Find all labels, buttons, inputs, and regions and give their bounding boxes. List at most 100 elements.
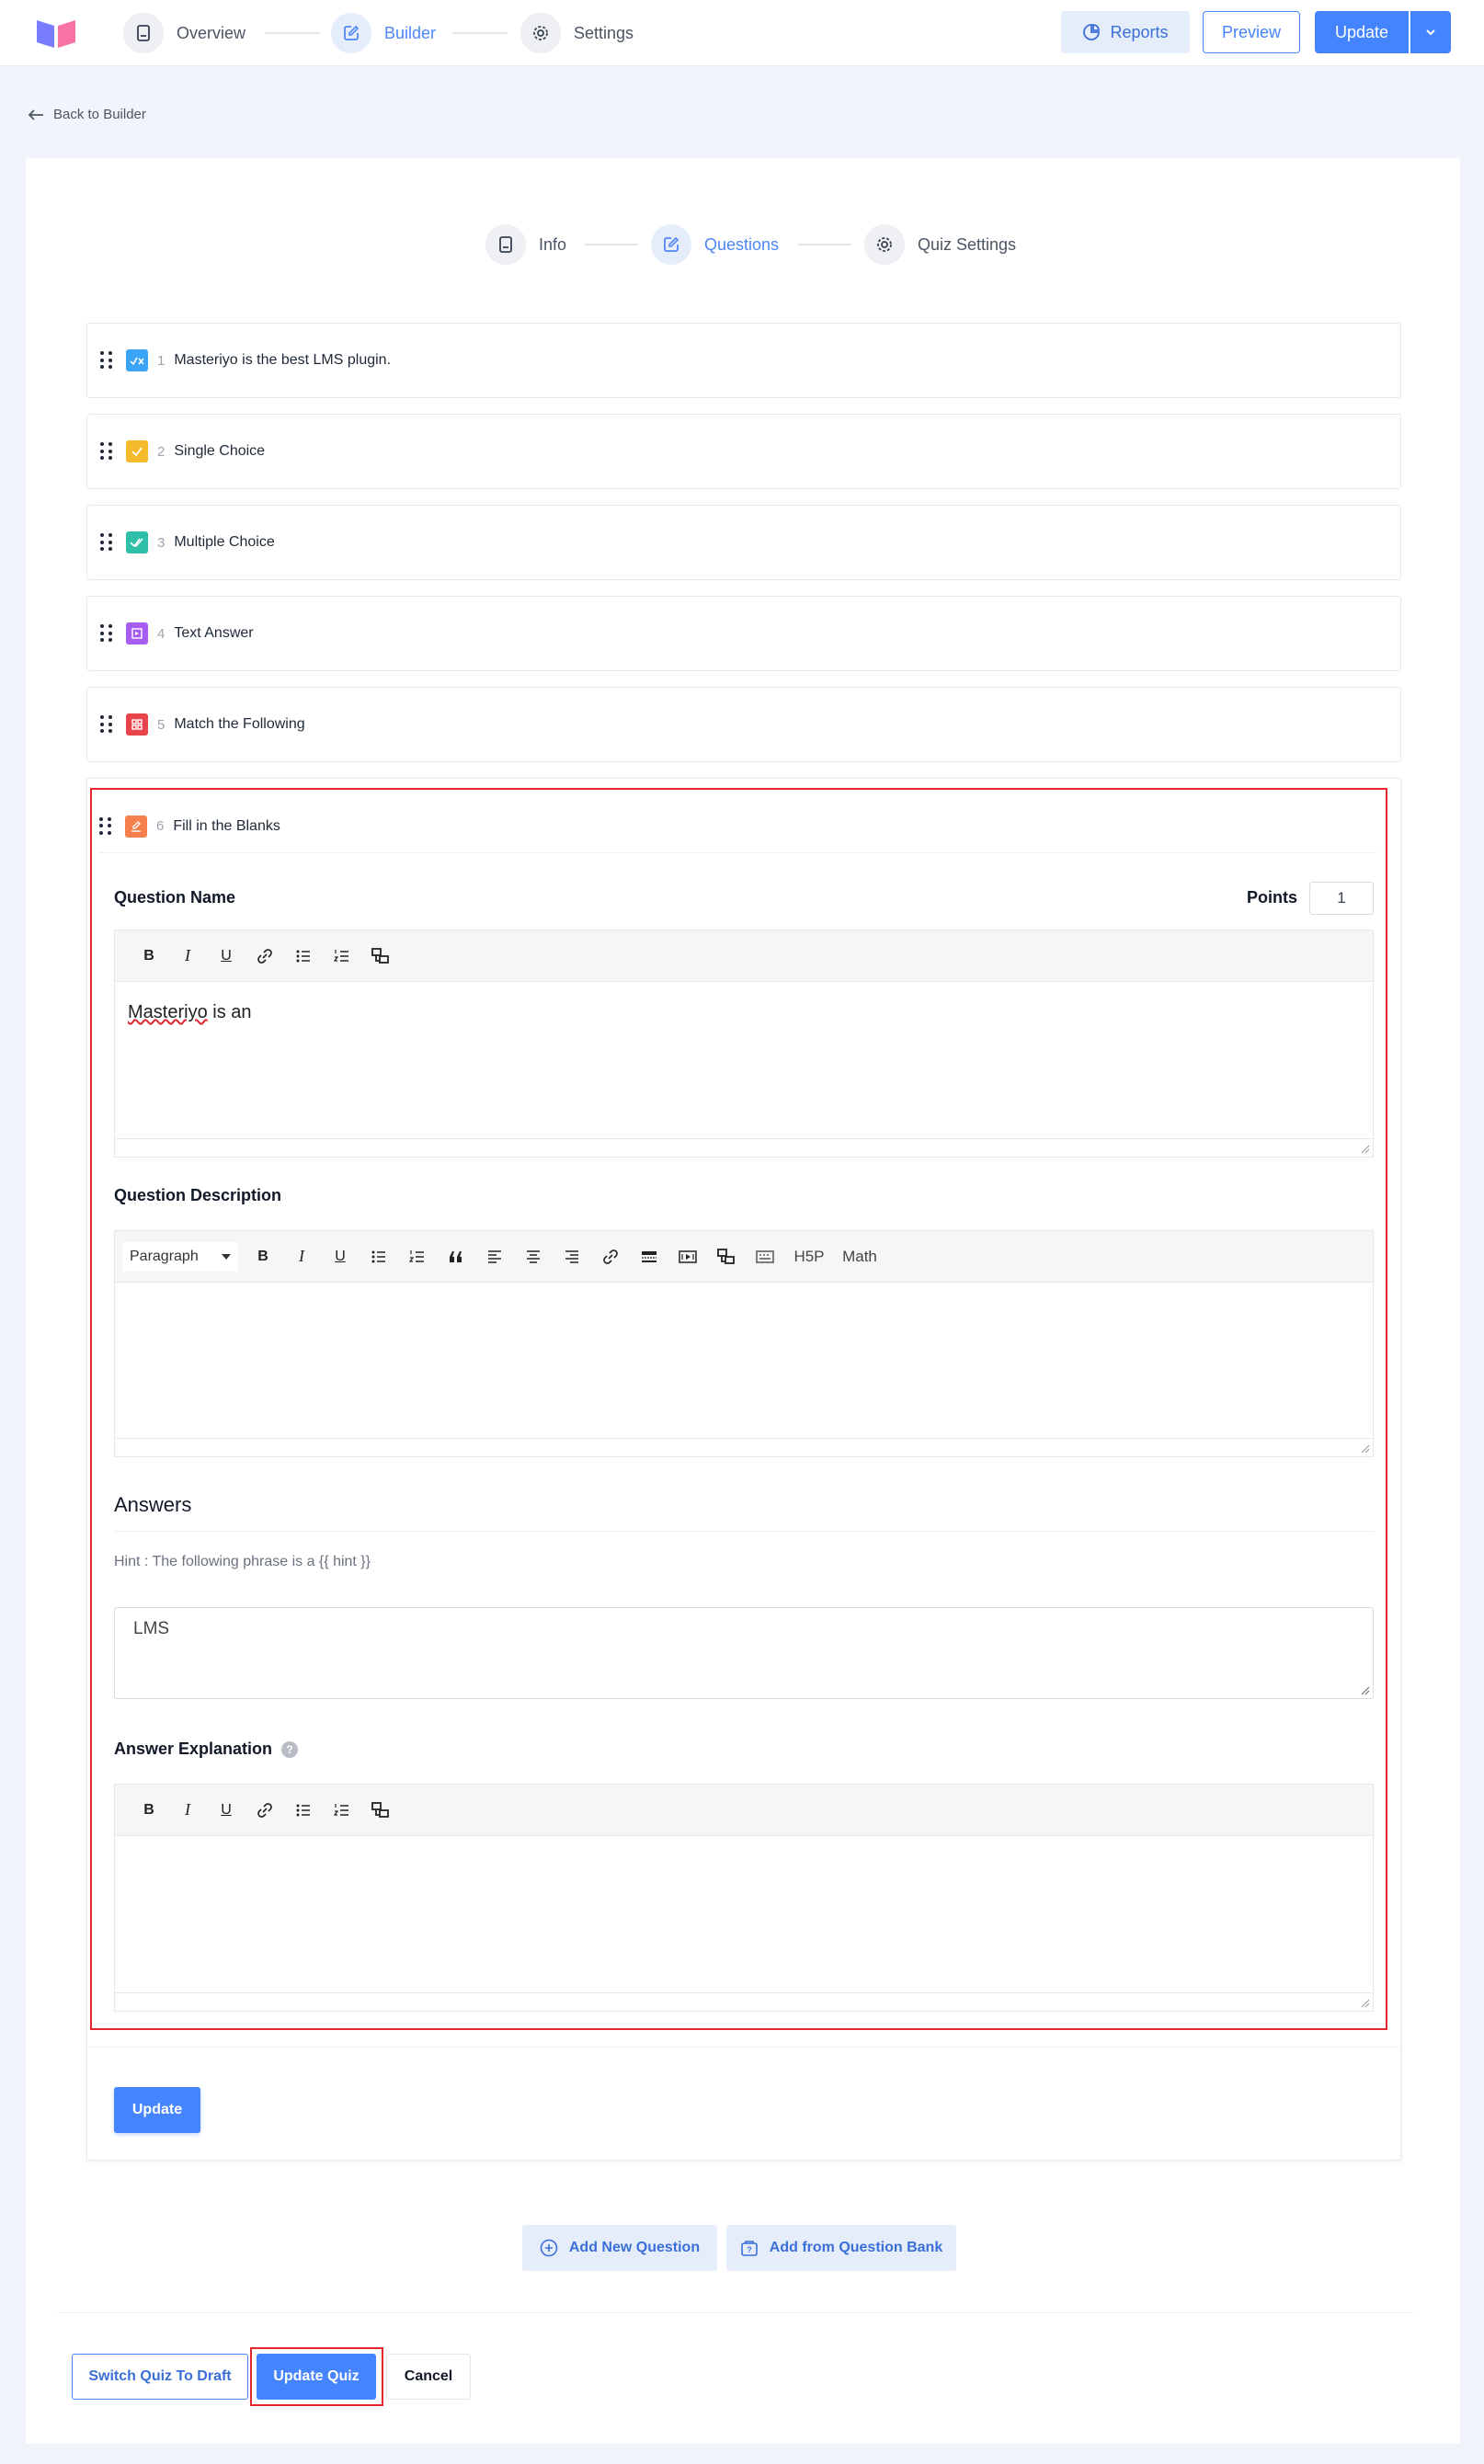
link-icon[interactable] [245, 938, 284, 975]
italic-icon[interactable]: I [168, 938, 207, 975]
update-button[interactable]: Update [1315, 11, 1409, 53]
question-row-expanded[interactable]: 6 Fill in the Blanks [99, 800, 1377, 853]
points-input[interactable]: 1 [1309, 882, 1374, 915]
step-connector [585, 244, 638, 245]
add-from-bank-label: Add from Question Bank [769, 2240, 943, 2255]
quiz-step-label: Info [539, 234, 567, 254]
quiz-step-label: Quiz Settings [918, 234, 1017, 254]
back-to-builder-link[interactable]: Back to Builder [28, 107, 146, 122]
h5p-button[interactable]: H5P [784, 1238, 834, 1275]
question-number: 3 [157, 534, 166, 551]
media-icon[interactable] [361, 1792, 400, 1829]
bullet-list-icon[interactable] [284, 938, 323, 975]
top-bar: Overview Builder Settings Reports Previe… [0, 0, 1484, 66]
media-icon[interactable] [361, 938, 400, 975]
single-choice-icon [126, 440, 148, 462]
underline-icon[interactable]: U [321, 1238, 360, 1275]
question-description-content[interactable] [115, 1283, 1373, 1439]
question-name-text: is an [207, 1002, 252, 1022]
bullet-list-icon[interactable] [360, 1238, 398, 1275]
question-row[interactable]: 2 Single Choice [86, 414, 1401, 489]
read-more-icon[interactable] [630, 1238, 668, 1275]
question-description-editor: Paragraph B I U H5P Math [114, 1230, 1374, 1457]
back-link-label: Back to Builder [53, 107, 146, 122]
resize-handle-icon[interactable] [1361, 1999, 1370, 2008]
nav-step-builder[interactable]: Builder [331, 13, 436, 53]
resize-handle-icon[interactable] [1361, 1145, 1370, 1154]
question-update-button[interactable]: Update [114, 2087, 200, 2133]
question-title: Masteriyo is the best LMS plugin. [174, 352, 392, 368]
points-label: Points [1247, 888, 1298, 907]
nav-step-overview[interactable]: Overview [123, 13, 245, 53]
preview-button[interactable]: Preview [1203, 11, 1300, 53]
drag-handle-icon[interactable] [100, 715, 112, 734]
question-description-label: Question Description [114, 1186, 282, 1204]
drag-handle-icon[interactable] [100, 533, 112, 552]
numbered-list-icon[interactable] [323, 1792, 361, 1829]
bold-icon[interactable]: B [130, 1792, 168, 1829]
answer-textarea[interactable]: LMS [114, 1607, 1374, 1699]
reports-button[interactable]: Reports [1061, 11, 1190, 53]
media-icon[interactable] [707, 1238, 746, 1275]
question-number: 2 [157, 443, 166, 460]
question-row[interactable]: 5 Match the Following [86, 687, 1401, 762]
quiz-step-info[interactable]: Info [485, 224, 566, 265]
question-bank-icon: ? [740, 2239, 759, 2257]
editor-statusbar [115, 1438, 1373, 1456]
question-number: 1 [157, 352, 166, 369]
embed-media-icon[interactable] [668, 1238, 707, 1275]
cancel-button[interactable]: Cancel [386, 2354, 471, 2400]
question-name-content[interactable]: Masteriyo is an [115, 982, 1373, 1044]
switch-to-draft-button[interactable]: Switch Quiz To Draft [72, 2354, 248, 2400]
italic-icon[interactable]: I [282, 1238, 321, 1275]
drag-handle-icon[interactable] [100, 351, 112, 370]
resize-handle-icon[interactable] [1361, 1444, 1370, 1454]
question-row[interactable]: 4 Text Answer [86, 596, 1401, 671]
question-row[interactable]: 3 Multiple Choice [86, 505, 1401, 580]
question-title: Multiple Choice [174, 534, 275, 550]
drag-handle-icon[interactable] [100, 442, 112, 461]
divider [57, 2312, 1414, 2313]
nav-step-settings[interactable]: Settings [520, 13, 634, 53]
add-new-question-button[interactable]: Add New Question [522, 2225, 717, 2271]
reports-label: Reports [1110, 22, 1169, 41]
math-button[interactable]: Math [834, 1238, 885, 1275]
underline-icon[interactable]: U [207, 1792, 245, 1829]
align-center-icon[interactable] [514, 1238, 553, 1275]
match-icon [126, 713, 148, 736]
update-quiz-button[interactable]: Update Quiz [257, 2354, 376, 2400]
add-from-question-bank-button[interactable]: ? Add from Question Bank [726, 2225, 956, 2271]
bold-icon[interactable]: B [130, 938, 168, 975]
question-name-label: Question Name [114, 888, 236, 907]
bold-icon[interactable]: B [244, 1238, 282, 1275]
question-row[interactable]: 1 Masteriyo is the best LMS plugin. [86, 323, 1401, 398]
quiz-step-questions[interactable]: Questions [651, 224, 779, 265]
drag-handle-icon[interactable] [100, 624, 112, 643]
svg-text:?: ? [747, 2245, 752, 2254]
update-dropdown-toggle[interactable] [1410, 11, 1451, 53]
question-title: Fill in the Blanks [173, 817, 280, 834]
align-left-icon[interactable] [475, 1238, 514, 1275]
keyboard-icon[interactable] [746, 1238, 784, 1275]
caret-down-icon [222, 1253, 231, 1260]
numbered-list-icon[interactable] [398, 1238, 437, 1275]
link-icon[interactable] [245, 1792, 284, 1829]
nav-step-label: Settings [574, 23, 634, 42]
resize-handle-icon[interactable] [1361, 1686, 1370, 1695]
masteriyo-logo[interactable] [35, 17, 77, 50]
quiz-step-settings[interactable]: Quiz Settings [864, 224, 1016, 265]
paragraph-select-value: Paragraph [130, 1248, 199, 1264]
answer-explanation-content[interactable] [115, 1836, 1373, 1992]
link-icon[interactable] [591, 1238, 630, 1275]
numbered-list-icon[interactable] [323, 938, 361, 975]
blockquote-icon[interactable] [437, 1238, 475, 1275]
paragraph-select[interactable]: Paragraph [122, 1241, 238, 1272]
underline-icon[interactable]: U [207, 938, 245, 975]
editor-statusbar [115, 1992, 1373, 2011]
drag-handle-icon[interactable] [99, 816, 111, 836]
align-right-icon[interactable] [553, 1238, 591, 1275]
help-icon[interactable]: ? [281, 1740, 299, 1758]
italic-icon[interactable]: I [168, 1792, 207, 1829]
bullet-list-icon[interactable] [284, 1792, 323, 1829]
edit-icon [651, 224, 691, 265]
